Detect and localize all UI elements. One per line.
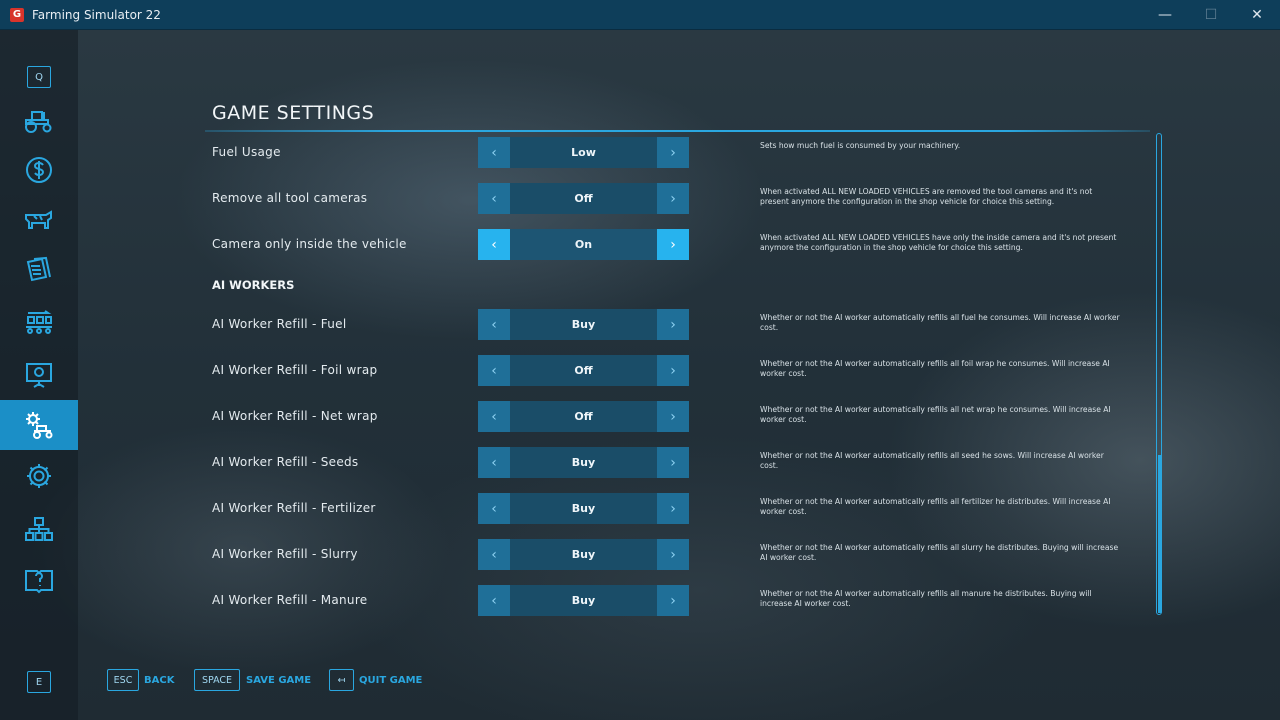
section-header-ai-workers: AI WORKERS <box>212 278 295 292</box>
option-value[interactable]: Off <box>510 183 657 214</box>
option-value[interactable]: Buy <box>510 585 657 616</box>
option-selector[interactable]: ‹ Buy › <box>478 539 689 570</box>
chevron-left-icon[interactable]: ‹ <box>478 585 510 616</box>
chevron-right-icon[interactable]: › <box>657 539 689 570</box>
chevron-right-icon[interactable]: › <box>657 585 689 616</box>
setting-row[interactable]: AI Worker Refill - Slurry ‹ Buy › Whether or… <box>0 539 1280 571</box>
chevron-right-icon[interactable]: › <box>657 309 689 340</box>
setting-label: AI Worker Refill - Fertilizer <box>212 501 376 515</box>
setting-row[interactable]: Remove all tool cameras ‹ Off › When activat… <box>0 183 1280 215</box>
option-selector[interactable]: ‹ Off › <box>478 183 689 214</box>
close-button[interactable]: ✕ <box>1234 0 1280 30</box>
chevron-left-icon[interactable]: ‹ <box>478 539 510 570</box>
setting-description: Whether or not the AI worker automatical… <box>760 497 1111 516</box>
setting-label: Camera only inside the vehicle <box>212 237 407 251</box>
option-value[interactable]: Low <box>510 137 657 168</box>
scrollbar-thumb[interactable] <box>1157 455 1161 613</box>
setting-row[interactable]: Fuel Usage ‹ Low › Sets how much fuel is con… <box>0 137 1280 169</box>
setting-label: AI Worker Refill - Fuel <box>212 317 347 331</box>
setting-description: Whether or not the AI worker automatical… <box>760 405 1111 424</box>
setting-description: Whether or not the AI worker automatical… <box>760 359 1110 378</box>
setting-row[interactable]: AI Worker Refill - Seeds ‹ Buy › Whether or … <box>0 447 1280 479</box>
option-selector[interactable]: ‹ Buy › <box>478 309 689 340</box>
chevron-right-icon[interactable]: › <box>657 229 689 260</box>
setting-row[interactable]: AI Worker Refill - Fuel ‹ Buy › Whether or n… <box>0 309 1280 341</box>
option-value[interactable]: Off <box>510 401 657 432</box>
option-value[interactable]: Buy <box>510 493 657 524</box>
option-selector[interactable]: ‹ Buy › <box>478 585 689 616</box>
option-value[interactable]: Buy <box>510 447 657 478</box>
space-key-hint[interactable]: SPACE <box>194 669 240 691</box>
setting-description: Whether or not the AI worker automatical… <box>760 313 1120 332</box>
setting-row[interactable]: Camera only inside the vehicle ‹ On › When a… <box>0 229 1280 261</box>
setting-row[interactable]: AI Worker Refill - Manure ‹ Buy › Whether or… <box>0 585 1280 617</box>
option-selector[interactable]: ‹ Buy › <box>478 493 689 524</box>
back-button[interactable]: BACK <box>144 675 174 686</box>
setting-label: Remove all tool cameras <box>212 191 368 205</box>
option-value[interactable]: On <box>510 229 657 260</box>
setting-label: AI Worker Refill - Net wrap <box>212 409 378 423</box>
chevron-left-icon[interactable]: ‹ <box>478 309 510 340</box>
window-controls: — ☐ ✕ <box>1142 0 1280 30</box>
q-key-hint: Q <box>27 66 51 88</box>
option-selector[interactable]: ‹ Low › <box>478 137 689 168</box>
chevron-right-icon[interactable]: › <box>657 137 689 168</box>
title-divider <box>205 130 1150 132</box>
quit-game-button[interactable]: QUIT GAME <box>359 675 422 686</box>
option-value[interactable]: Buy <box>510 309 657 340</box>
setting-row[interactable]: AI Worker Refill - Foil wrap ‹ Off › Whether… <box>0 355 1280 387</box>
setting-label: AI Worker Refill - Manure <box>212 593 368 607</box>
chevron-left-icon[interactable]: ‹ <box>478 447 510 478</box>
chevron-left-icon[interactable]: ‹ <box>478 183 510 214</box>
option-value[interactable]: Buy <box>510 539 657 570</box>
backspace-key-hint[interactable]: ↤ <box>329 669 354 691</box>
save-game-button[interactable]: SAVE GAME <box>246 675 311 686</box>
chevron-left-icon[interactable]: ‹ <box>478 137 510 168</box>
setting-description: Sets how much fuel is consumed by your m… <box>760 141 961 150</box>
setting-row[interactable]: AI Worker Refill - Fertilizer ‹ Buy › Whethe… <box>0 493 1280 525</box>
footer-bar: ESC BACK SPACE SAVE GAME ↤ QUIT GAME <box>0 666 1280 696</box>
setting-label: Fuel Usage <box>212 145 281 159</box>
setting-row[interactable]: AI Worker Refill - Net wrap ‹ Off › Whether … <box>0 401 1280 433</box>
option-selector[interactable]: ‹ Off › <box>478 401 689 432</box>
chevron-right-icon[interactable]: › <box>657 183 689 214</box>
setting-label: AI Worker Refill - Foil wrap <box>212 363 378 377</box>
tractor-icon <box>25 111 52 133</box>
option-value[interactable]: Off <box>510 355 657 386</box>
page-title: GAME SETTINGS <box>212 102 375 124</box>
chevron-right-icon[interactable]: › <box>657 355 689 386</box>
window-titlebar: G Farming Simulator 22 — ☐ ✕ <box>0 0 1280 30</box>
chevron-right-icon[interactable]: › <box>657 401 689 432</box>
chevron-right-icon[interactable]: › <box>657 493 689 524</box>
option-selector[interactable]: ‹ Buy › <box>478 447 689 478</box>
chevron-left-icon[interactable]: ‹ <box>478 493 510 524</box>
minimize-button[interactable]: — <box>1142 0 1188 30</box>
esc-key-hint[interactable]: ESC <box>107 669 139 691</box>
app-logo-icon: G <box>10 7 24 22</box>
setting-description: Whether or not the AI worker automatical… <box>760 451 1104 470</box>
chevron-left-icon[interactable]: ‹ <box>478 229 510 260</box>
setting-label: AI Worker Refill - Slurry <box>212 547 358 561</box>
setting-description: Whether or not the AI worker automatical… <box>760 543 1119 562</box>
maximize-button[interactable]: ☐ <box>1188 0 1234 30</box>
option-selector[interactable]: ‹ Off › <box>478 355 689 386</box>
setting-description: When activated ALL NEW LOADED VEHICLES h… <box>760 233 1117 252</box>
setting-description: Whether or not the AI worker automatical… <box>760 589 1092 608</box>
setting-description: When activated ALL NEW LOADED VEHICLES a… <box>760 187 1093 206</box>
window-title: Farming Simulator 22 <box>32 7 161 22</box>
option-selector[interactable]: ‹ On › <box>478 229 689 260</box>
setting-label: AI Worker Refill - Seeds <box>212 455 359 469</box>
chevron-left-icon[interactable]: ‹ <box>478 401 510 432</box>
chevron-right-icon[interactable]: › <box>657 447 689 478</box>
chevron-left-icon[interactable]: ‹ <box>478 355 510 386</box>
